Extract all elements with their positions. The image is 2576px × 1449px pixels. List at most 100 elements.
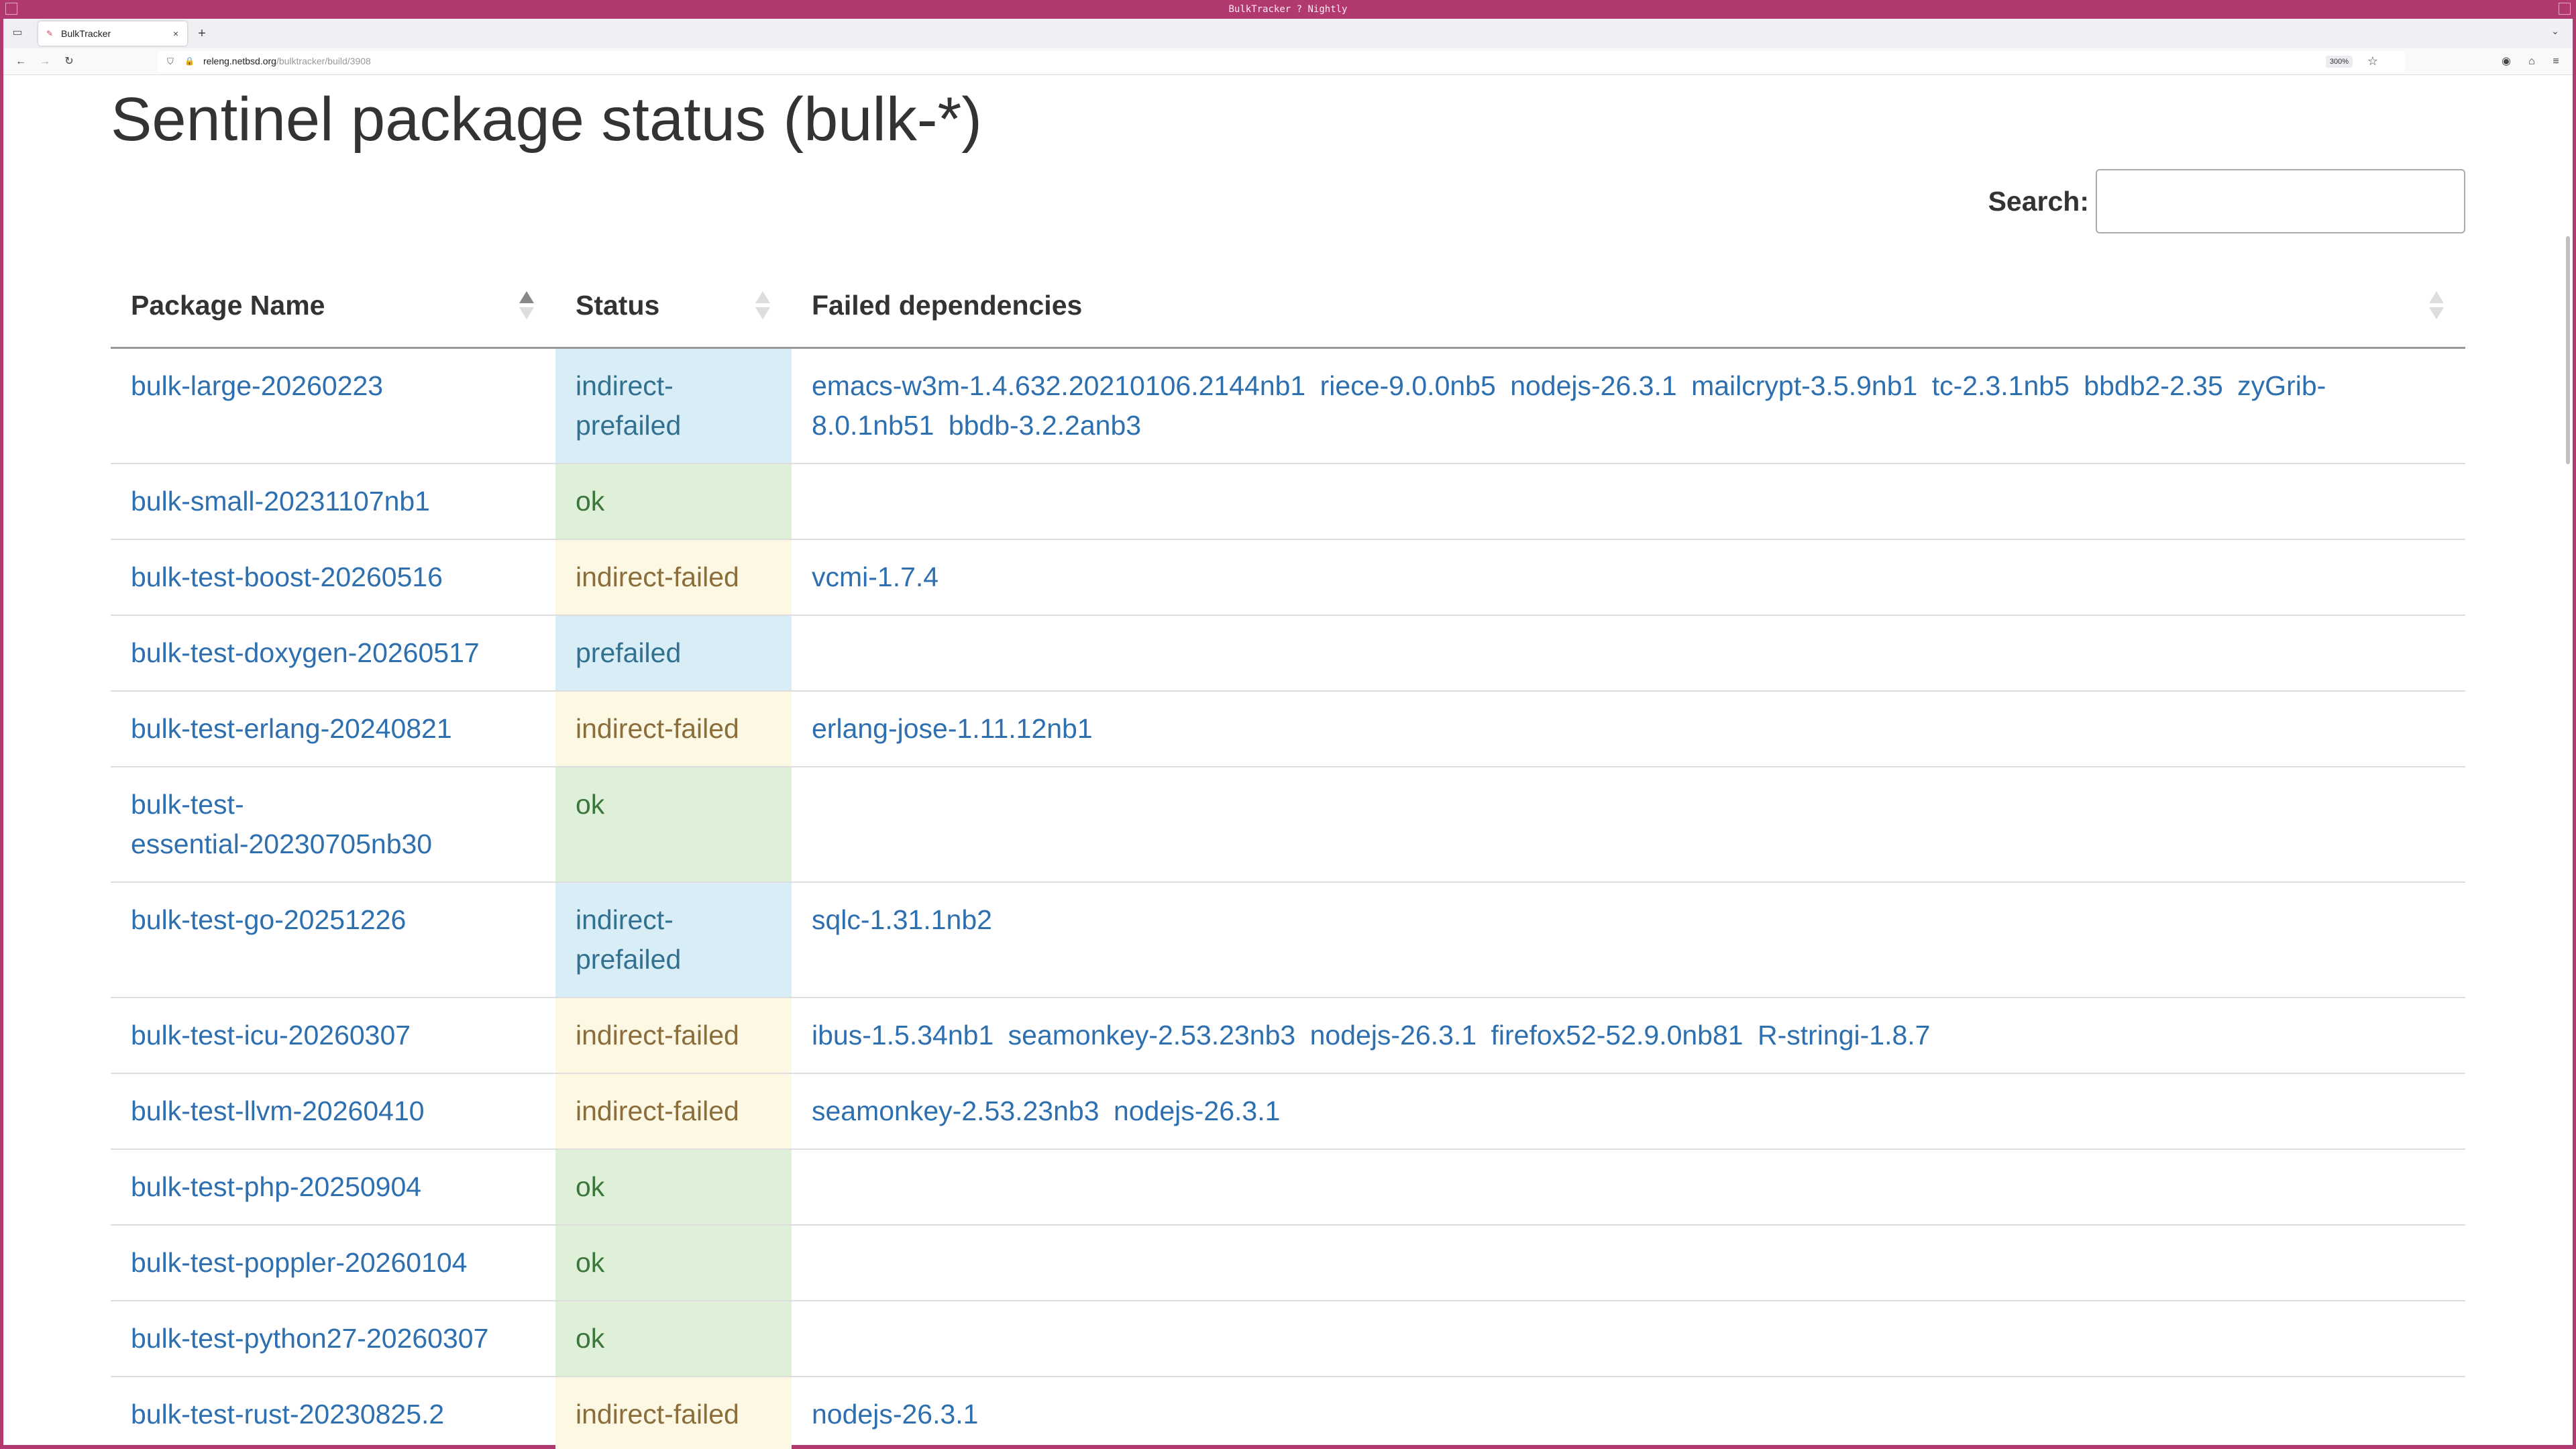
sort-ascending-icon[interactable] (519, 288, 534, 323)
package-name-cell: bulk-test-rust-20230825.2 (111, 1376, 555, 1449)
tab-close-icon[interactable]: × (170, 21, 182, 46)
package-link[interactable]: bulk-large-20260223 (131, 370, 383, 401)
dependency-link[interactable]: seamonkey-2.53.23nb3 (1008, 1020, 1296, 1051)
package-name-cell: bulk-test-php-20250904 (111, 1148, 555, 1226)
package-link[interactable]: bulk-test-icu-20260307 (131, 1020, 411, 1051)
back-icon[interactable]: ← (13, 54, 29, 70)
scrollbar-thumb[interactable] (2566, 236, 2570, 464)
dependency-link[interactable]: bbdb-3.2.2anb3 (949, 410, 1141, 441)
url-text[interactable]: releng.netbsd.org/bulktracker/build/3908 (203, 56, 371, 66)
package-link[interactable]: bulk-test-python27-20260307 (131, 1323, 488, 1354)
url-bar[interactable]: ⛉ 🔒 releng.netbsd.org/bulktracker/build/… (158, 51, 2405, 72)
package-link[interactable]: bulk-test-boost-20260516 (131, 561, 443, 592)
sort-icon[interactable] (2429, 288, 2444, 323)
status-cell: ok (555, 1148, 792, 1226)
package-link[interactable]: bulk-test-llvm-20260410 (131, 1095, 425, 1126)
package-link[interactable]: bulk-small-20231107nb1 (131, 486, 430, 517)
dependency-link[interactable]: vcmi-1.7.4 (812, 561, 938, 592)
failed-dependencies-cell: erlang-jose-1.11.12nb1 (792, 690, 2465, 767)
zoom-level-badge[interactable]: 300% (2325, 56, 2353, 68)
table-row: bulk-test-essential-20230705nb30 ok (111, 766, 2465, 883)
menu-icon[interactable]: ≡ (2547, 54, 2565, 70)
failed-dependencies-cell (792, 614, 2465, 692)
window-titlebar: BulkTracker ? Nightly (0, 0, 2576, 19)
package-status-table: Package Name Status Failed dependencies … (111, 264, 2465, 1449)
window-frame-right (2573, 0, 2576, 1449)
tab-bar: ▭ ✎ BulkTracker × + ⌄ (3, 19, 2573, 48)
package-name-cell: bulk-test-erlang-20240821 (111, 690, 555, 767)
dependency-link[interactable]: erlang-jose-1.11.12nb1 (812, 713, 1093, 744)
window-menu-icon[interactable] (5, 3, 17, 15)
extensions-icon[interactable]: ◉ (2498, 54, 2515, 70)
status-cell: indirect-failed (555, 690, 792, 767)
window-maximize-icon[interactable] (2559, 3, 2571, 15)
dependency-link[interactable]: tc-2.3.1nb5 (1932, 370, 2070, 401)
dependency-link[interactable]: bbdb2-2.35 (2084, 370, 2222, 401)
pocket-icon[interactable]: ⌂ (2523, 54, 2540, 70)
status-cell: indirect-failed (555, 539, 792, 616)
table-row: bulk-test-doxygen-20260517 prefailed (111, 614, 2465, 692)
failed-dependencies-cell: emacs-w3m-1.4.632.20210106.2144nb1 riece… (792, 347, 2465, 464)
failed-dependencies-cell: ibus-1.5.34nb1 seamonkey-2.53.23nb3 node… (792, 997, 2465, 1074)
search-row: Search: (1988, 169, 2465, 233)
status-cell: ok (555, 1224, 792, 1301)
dependency-link[interactable]: mailcrypt-3.5.9nb1 (1691, 370, 1917, 401)
package-name-cell: bulk-test-boost-20260516 (111, 539, 555, 616)
shield-icon[interactable]: ⛉ (167, 56, 174, 67)
status-cell: indirect-failed (555, 1376, 792, 1449)
package-link[interactable]: bulk-test-doxygen-20260517 (131, 637, 480, 668)
search-input[interactable] (2096, 169, 2465, 233)
dependency-link[interactable]: riece-9.0.0nb5 (1320, 370, 1496, 401)
column-header-status[interactable]: Status (555, 264, 792, 349)
failed-dependencies-cell (792, 1300, 2465, 1377)
page-scrollbar[interactable] (2563, 75, 2573, 1445)
dependency-link[interactable]: nodejs-26.3.1 (1510, 370, 1676, 401)
new-tab-icon[interactable]: + (194, 25, 210, 42)
lock-icon[interactable]: 🔒 (184, 56, 195, 66)
status-cell: prefailed (555, 614, 792, 692)
dependency-link[interactable]: nodejs-26.3.1 (1114, 1095, 1280, 1126)
table-row: bulk-small-20231107nb1 ok (111, 463, 2465, 540)
navigation-bar: ← → ↻ ⛉ 🔒 releng.netbsd.org/bulktracker/… (3, 48, 2573, 75)
dependency-link[interactable]: emacs-w3m-1.4.632.20210106.2144nb1 (812, 370, 1305, 401)
dependency-link[interactable]: nodejs-26.3.1 (1310, 1020, 1477, 1051)
reload-icon[interactable]: ↻ (61, 54, 77, 70)
forward-icon[interactable]: → (37, 54, 53, 70)
package-link[interactable]: bulk-test-poppler-20260104 (131, 1247, 467, 1278)
package-link[interactable]: bulk-test-php-20250904 (131, 1171, 421, 1202)
dependency-link[interactable]: R-stringi-1.8.7 (1758, 1020, 1930, 1051)
table-row: bulk-test-icu-20260307 indirect-failed ibu… (111, 997, 2465, 1074)
dependency-link[interactable]: nodejs-26.3.1 (812, 1399, 978, 1430)
table-row: bulk-test-llvm-20260410 indirect-failed se… (111, 1073, 2465, 1150)
failed-dependencies-cell (792, 766, 2465, 883)
sort-icon[interactable] (755, 288, 770, 323)
status-cell: ok (555, 463, 792, 540)
dependency-link[interactable]: ibus-1.5.34nb1 (812, 1020, 994, 1051)
chevron-down-icon[interactable]: ⌄ (2547, 25, 2563, 37)
package-name-cell: bulk-small-20231107nb1 (111, 463, 555, 540)
dependency-link[interactable]: seamonkey-2.53.23nb3 (812, 1095, 1099, 1126)
column-header-package-name[interactable]: Package Name (111, 264, 555, 349)
package-link[interactable]: bulk-test-rust-20230825.2 (131, 1399, 444, 1430)
dependency-link[interactable]: firefox52-52.9.0nb81 (1491, 1020, 1743, 1051)
window-title: BulkTracker ? Nightly (1228, 4, 1348, 15)
tab-list-icon[interactable]: ▭ (10, 25, 25, 40)
favicon-icon: ✎ (46, 29, 54, 38)
dependency-link[interactable]: sqlc-1.31.1nb2 (812, 904, 992, 935)
package-link[interactable]: bulk-test-erlang-20240821 (131, 713, 452, 744)
table-row: bulk-test-php-20250904 ok (111, 1148, 2465, 1226)
failed-dependencies-cell (792, 1224, 2465, 1301)
package-link[interactable]: bulk-test-essential-20230705nb30 (131, 789, 432, 859)
column-header-failed-dependencies[interactable]: Failed dependencies (792, 264, 2465, 349)
tab-bulktracker[interactable]: ✎ BulkTracker × (38, 21, 187, 46)
package-name-cell: bulk-test-essential-20230705nb30 (111, 766, 555, 883)
failed-dependencies-cell (792, 1148, 2465, 1226)
package-link[interactable]: bulk-test-go-20251226 (131, 904, 406, 935)
status-cell: ok (555, 1300, 792, 1377)
search-label: Search: (1988, 185, 2089, 217)
bookmark-star-icon[interactable]: ☆ (2367, 54, 2378, 68)
status-cell: ok (555, 766, 792, 883)
table-row: bulk-large-20260223 indirect-prefailed ema… (111, 347, 2465, 464)
page-content: Sentinel package status (bulk-*) Search:… (111, 75, 2465, 1449)
package-name-cell: bulk-test-poppler-20260104 (111, 1224, 555, 1301)
